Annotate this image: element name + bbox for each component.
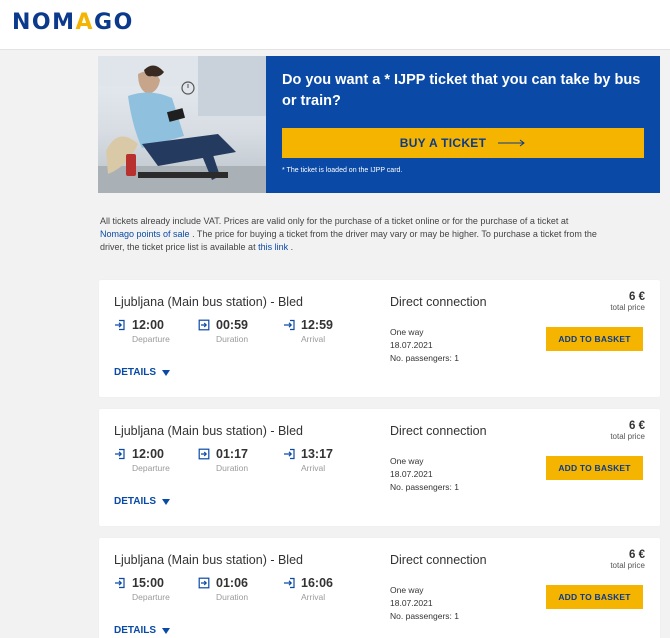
add-to-basket-button[interactable]: ADD TO BASKET: [546, 327, 643, 351]
ticket-type: One way: [390, 456, 424, 466]
add-to-basket-button[interactable]: ADD TO BASKET: [546, 585, 643, 609]
info-text-1: All tickets already include VAT. Prices …: [100, 216, 569, 226]
chevron-down-icon: [162, 627, 171, 634]
trip-price: 6 €: [629, 291, 645, 303]
info-text-3: .: [290, 242, 294, 252]
add-to-basket-button[interactable]: ADD TO BASKET: [546, 456, 643, 480]
trip-price: 6 €: [629, 549, 645, 561]
arrival-icon: [284, 577, 295, 589]
departure-label: Departure: [132, 334, 170, 344]
details-toggle[interactable]: DETAILS: [114, 496, 171, 507]
details-toggle[interactable]: DETAILS: [114, 625, 171, 636]
price-list-link[interactable]: this link: [258, 242, 288, 252]
duration-time: 01:06: [216, 576, 248, 590]
details-toggle[interactable]: DETAILS: [114, 367, 171, 378]
arrival-time: 12:59: [301, 318, 333, 332]
departure-time: 12:00: [132, 318, 164, 332]
arrival-time: 13:17: [301, 447, 333, 461]
trip-price: 6 €: [629, 420, 645, 432]
details-label: DETAILS: [114, 367, 157, 378]
duration-label: Duration: [216, 334, 249, 344]
logo-text-left: NOM: [12, 10, 76, 35]
passenger-count: No. passengers: 1: [390, 353, 459, 363]
arrival-label: Arrival: [301, 592, 326, 602]
details-label: DETAILS: [114, 496, 157, 507]
departure-icon: [115, 448, 125, 460]
departure-time: 15:00: [132, 576, 164, 590]
connection-type: Direct connection: [390, 553, 487, 567]
duration-time: 01:17: [216, 447, 248, 461]
top-bar: NOMAGO: [0, 0, 670, 50]
duration-label: Duration: [216, 592, 249, 602]
arrival-icon: [284, 319, 295, 331]
passenger-count: No. passengers: 1: [390, 482, 459, 492]
departure-time: 12:00: [132, 447, 164, 461]
promo-photo: [98, 56, 266, 193]
route-name: Ljubljana (Main bus station) - Bled: [114, 295, 303, 309]
nomago-logo[interactable]: NOMAGO: [12, 10, 134, 35]
departure-icon: [115, 319, 125, 331]
arrow-right-icon: [498, 139, 526, 147]
total-price-label: total price: [610, 561, 645, 570]
travel-date: 18.07.2021: [390, 469, 433, 479]
arrival-time: 16:06: [301, 576, 333, 590]
route-name: Ljubljana (Main bus station) - Bled: [114, 553, 303, 567]
departure-label: Departure: [132, 592, 170, 602]
connection-type: Direct connection: [390, 295, 487, 309]
duration-icon: [198, 448, 210, 460]
logo-text-accent: A: [75, 10, 95, 35]
connection-type: Direct connection: [390, 424, 487, 438]
points-of-sale-link[interactable]: Nomago points of sale: [100, 229, 190, 239]
total-price-label: total price: [610, 303, 645, 312]
departure-label: Departure: [132, 463, 170, 473]
chevron-down-icon: [162, 498, 171, 505]
arrival-label: Arrival: [301, 463, 326, 473]
buy-ticket-label: BUY A TICKET: [399, 136, 487, 150]
trip-card: Ljubljana (Main bus station) - Bled Dire…: [99, 409, 660, 526]
price-info-text: All tickets already include VAT. Prices …: [100, 215, 620, 254]
promo-footnote: * The ticket is loaded on the IJPP card.: [282, 167, 403, 174]
departure-icon: [115, 577, 125, 589]
buy-ticket-button[interactable]: BUY A TICKET: [282, 128, 644, 158]
travel-date: 18.07.2021: [390, 340, 433, 350]
arrival-label: Arrival: [301, 334, 326, 344]
duration-icon: [198, 319, 210, 331]
total-price-label: total price: [610, 432, 645, 441]
duration-icon: [198, 577, 210, 589]
logo-text-right: GO: [94, 10, 134, 35]
details-label: DETAILS: [114, 625, 157, 636]
arrival-icon: [284, 448, 295, 460]
trip-card: Ljubljana (Main bus station) - Bled Dire…: [99, 280, 660, 397]
ticket-type: One way: [390, 585, 424, 595]
ticket-type: One way: [390, 327, 424, 337]
promo-title: Do you want a * IJPP ticket that you can…: [282, 72, 641, 109]
travel-date: 18.07.2021: [390, 598, 433, 608]
route-name: Ljubljana (Main bus station) - Bled: [114, 424, 303, 438]
chevron-down-icon: [162, 369, 171, 376]
duration-time: 00:59: [216, 318, 248, 332]
trip-card: Ljubljana (Main bus station) - Bled Dire…: [99, 538, 660, 638]
passenger-count: No. passengers: 1: [390, 611, 459, 621]
duration-label: Duration: [216, 463, 249, 473]
ijpp-promo-banner: Do you want a * IJPP ticket that you can…: [98, 56, 660, 193]
